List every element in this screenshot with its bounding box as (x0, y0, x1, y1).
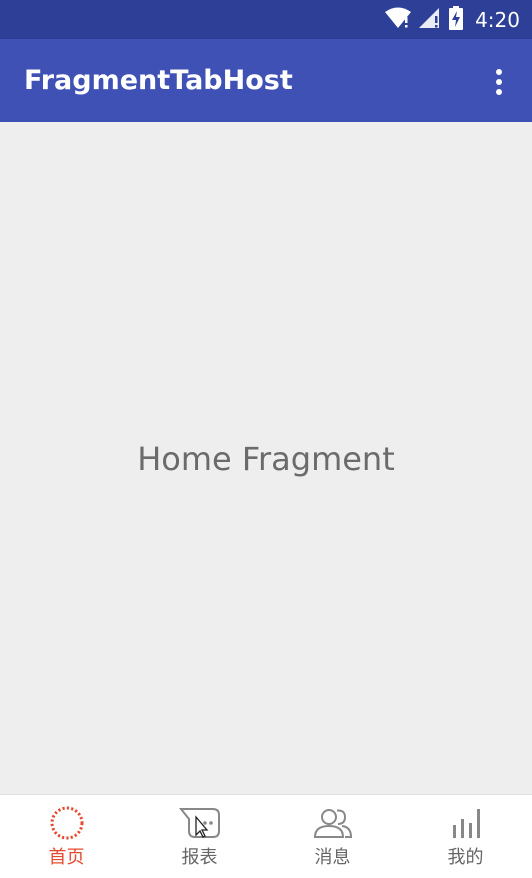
battery-charging-icon (449, 5, 464, 34)
status-bar: 4:20 (0, 0, 532, 39)
bottom-tab-bar: 首页 报表 消息 我的 (0, 794, 532, 878)
app-bar: FragmentTabHost (0, 39, 532, 122)
home-circle-icon (49, 805, 85, 841)
overflow-dot (496, 89, 502, 95)
fragment-text: Home Fragment (137, 440, 395, 478)
tab-label: 报表 (181, 847, 218, 868)
more-vert-icon[interactable] (484, 67, 514, 97)
fragment-container: Home Fragment (0, 122, 532, 794)
signal-icon (419, 7, 441, 33)
app-title: FragmentTabHost (24, 65, 293, 96)
tab-mine[interactable]: 我的 (399, 795, 532, 878)
people-icon (311, 805, 355, 841)
overflow-dot (496, 79, 502, 85)
tab-label: 首页 (48, 847, 85, 868)
overflow-dot (496, 69, 502, 75)
tab-label: 我的 (447, 847, 484, 868)
tab-report[interactable]: 报表 (133, 795, 266, 878)
report-icon (178, 805, 221, 841)
bar-chart-icon (448, 805, 484, 841)
tab-label: 消息 (314, 847, 351, 868)
status-time: 4:20 (475, 7, 520, 32)
tab-home[interactable]: 首页 (0, 795, 133, 878)
wifi-icon (385, 7, 412, 33)
status-icons: 4:20 (385, 0, 520, 39)
tab-message[interactable]: 消息 (266, 795, 399, 878)
